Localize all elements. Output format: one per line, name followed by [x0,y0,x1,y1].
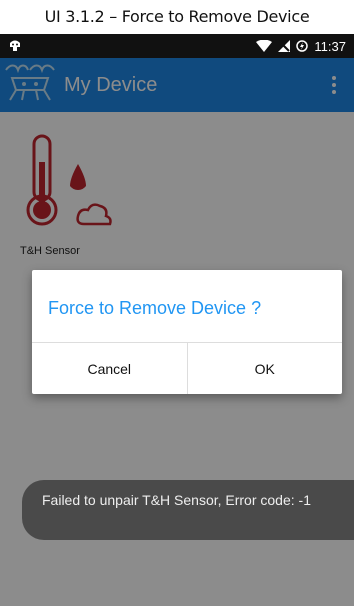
no-signal-icon [278,40,291,52]
phone-screen: 11:37 My Device T&H Sensor Force to Remo… [0,34,354,606]
notification-icon [8,39,22,53]
ok-button[interactable]: OK [186,343,343,394]
clock: 11:37 [314,38,346,54]
screenshot-caption: UI 3.1.2 – Force to Remove Device [44,7,310,26]
remove-device-dialog: Force to Remove Device ? Cancel OK [32,270,342,394]
dialog-buttons: Cancel OK [32,343,342,394]
error-toast: Failed to unpair T&H Sensor, Error code:… [22,480,354,540]
dialog-title: Force to Remove Device ? [48,298,262,318]
status-bar: 11:37 [0,34,354,58]
battery-saver-icon [296,40,309,52]
cancel-button[interactable]: Cancel [32,343,187,394]
wifi-icon [256,40,273,52]
